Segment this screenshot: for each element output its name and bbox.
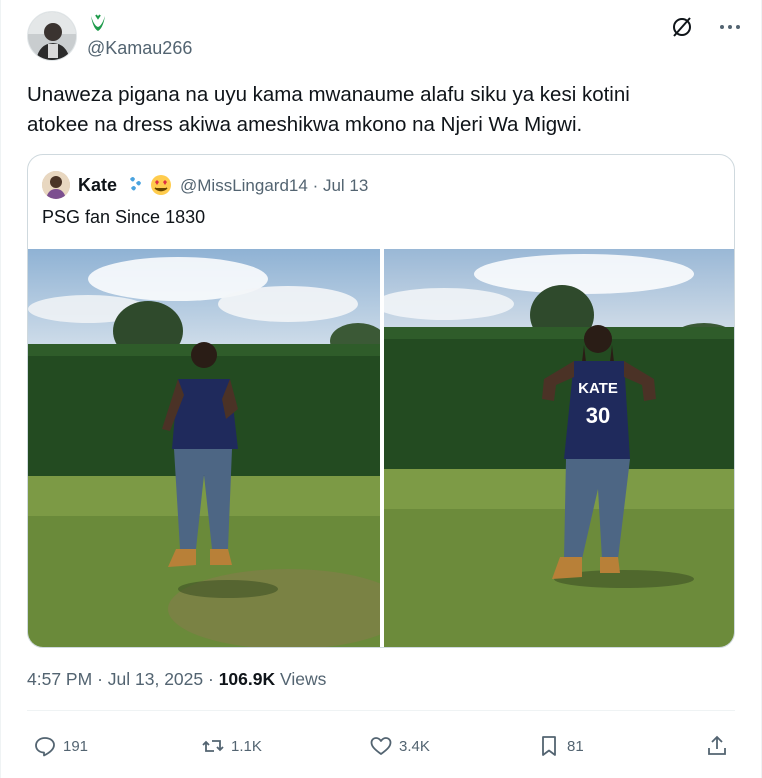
tweet-meta: 4:57 PM · Jul 13, 2025 · 106.9K Views — [27, 669, 326, 690]
tweet-text: Unaweza pigana na uyu kama mwanaume alaf… — [27, 80, 727, 140]
quoted-date[interactable]: Jul 13 — [323, 176, 368, 195]
tweet-date[interactable]: Jul 13, 2025 — [108, 669, 203, 689]
quoted-photos: KATE 30 — [28, 249, 734, 647]
green-badge-icon — [87, 12, 109, 34]
photo-back[interactable]: KATE 30 — [384, 249, 734, 647]
views-count: 106.9K — [218, 669, 276, 689]
meta-separator: · — [97, 669, 103, 689]
author-handle[interactable]: @Kamau266 — [87, 38, 192, 59]
reply-count: 191 — [63, 737, 89, 755]
share-icon — [708, 735, 726, 755]
bookmark-icon — [542, 736, 556, 756]
quoted-author-avatar[interactable] — [42, 171, 70, 199]
views-label: Views — [280, 669, 327, 689]
retweet-icon — [202, 740, 224, 752]
tweet-header: @Kamau266 — [27, 8, 743, 64]
jersey-number: 30 — [586, 403, 610, 428]
grok-icon[interactable] — [669, 14, 695, 40]
quoted-author-name[interactable]: Kate — [78, 175, 117, 196]
divider — [27, 710, 735, 711]
quoted-tweet[interactable]: Kate 💦😍 @MissLingard14 · Jul 13 PS — [27, 154, 735, 648]
retweet-count: 1.1K — [231, 737, 262, 755]
action-bar: 191 1.1K 3.4K 81 — [27, 724, 735, 768]
retweet-button[interactable]: 1.1K — [201, 732, 262, 760]
reply-icon — [35, 737, 55, 757]
quoted-text: PSG fan Since 1830 — [42, 207, 206, 227]
tweet-frame: @Kamau266 Unaweza pigana na uyu kama mwa… — [0, 0, 762, 778]
tweet-text-line1: Unaweza pigana na uyu kama mwanaume alaf… — [27, 83, 630, 106]
heart-icon — [370, 737, 392, 755]
bookmark-button[interactable]: 81 — [537, 732, 584, 760]
author-avatar[interactable] — [27, 11, 77, 61]
share-button[interactable] — [705, 732, 729, 760]
quoted-author-emojis: 💦😍 — [126, 173, 176, 197]
quoted-separator: · — [312, 176, 319, 195]
quoted-author-handle[interactable]: @MissLingard14 — [180, 176, 308, 195]
jersey-name: KATE — [578, 380, 618, 397]
tweet-text-line2: atokee na dress akiwa ameshikwa mkono na… — [27, 113, 583, 136]
bookmark-count: 81 — [567, 737, 584, 755]
more-options-icon[interactable] — [717, 14, 743, 40]
reply-button[interactable]: 191 — [33, 732, 88, 760]
meta-separator-2: · — [208, 669, 214, 689]
tweet-time[interactable]: 4:57 PM — [27, 669, 92, 689]
like-button[interactable]: 3.4K — [369, 732, 430, 760]
like-count: 3.4K — [399, 737, 430, 755]
quoted-meta: @MissLingard14 · Jul 13 — [180, 176, 368, 196]
quoted-tweet-header: Kate 💦😍 @MissLingard14 · Jul 13 — [42, 169, 720, 201]
photo-front[interactable] — [28, 249, 380, 647]
